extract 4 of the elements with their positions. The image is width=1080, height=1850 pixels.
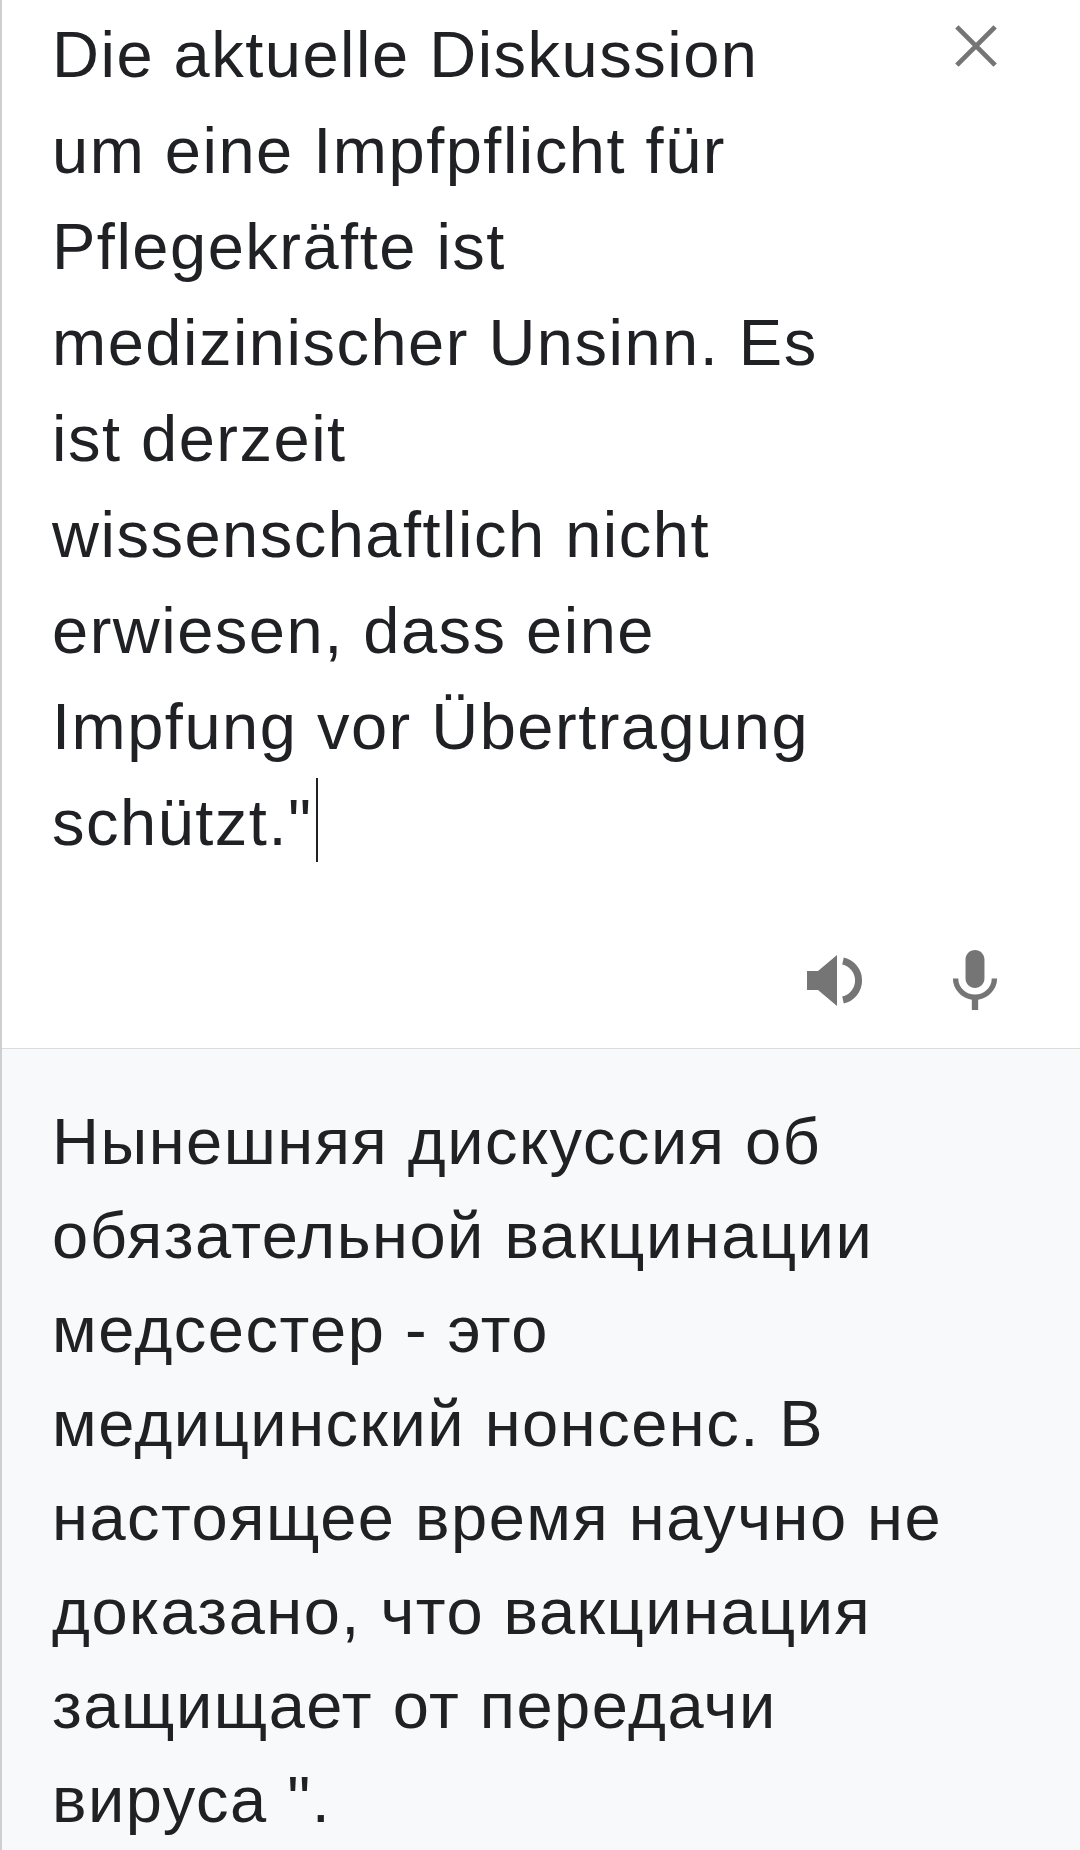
translation-text: Нынешняя дискуссия об обязательной вакцинации медсестер - это медицинский нонсенс. В настоящее время научно не доказано, что вакцинация защищает от передачи вируса ". xyxy=(52,1104,944,1838)
microphone-icon xyxy=(952,950,998,1010)
close-icon xyxy=(954,24,998,68)
source-text-field[interactable]: Die aktuelle Diskussion um eine Impfpflicht für Pflegekräfte ist medizinischer Unsinn. Es ist derzeit wissenschaftlich nicht erwiesen, dass eine Impfung vor Übertragung schützt." xyxy=(52,7,839,871)
